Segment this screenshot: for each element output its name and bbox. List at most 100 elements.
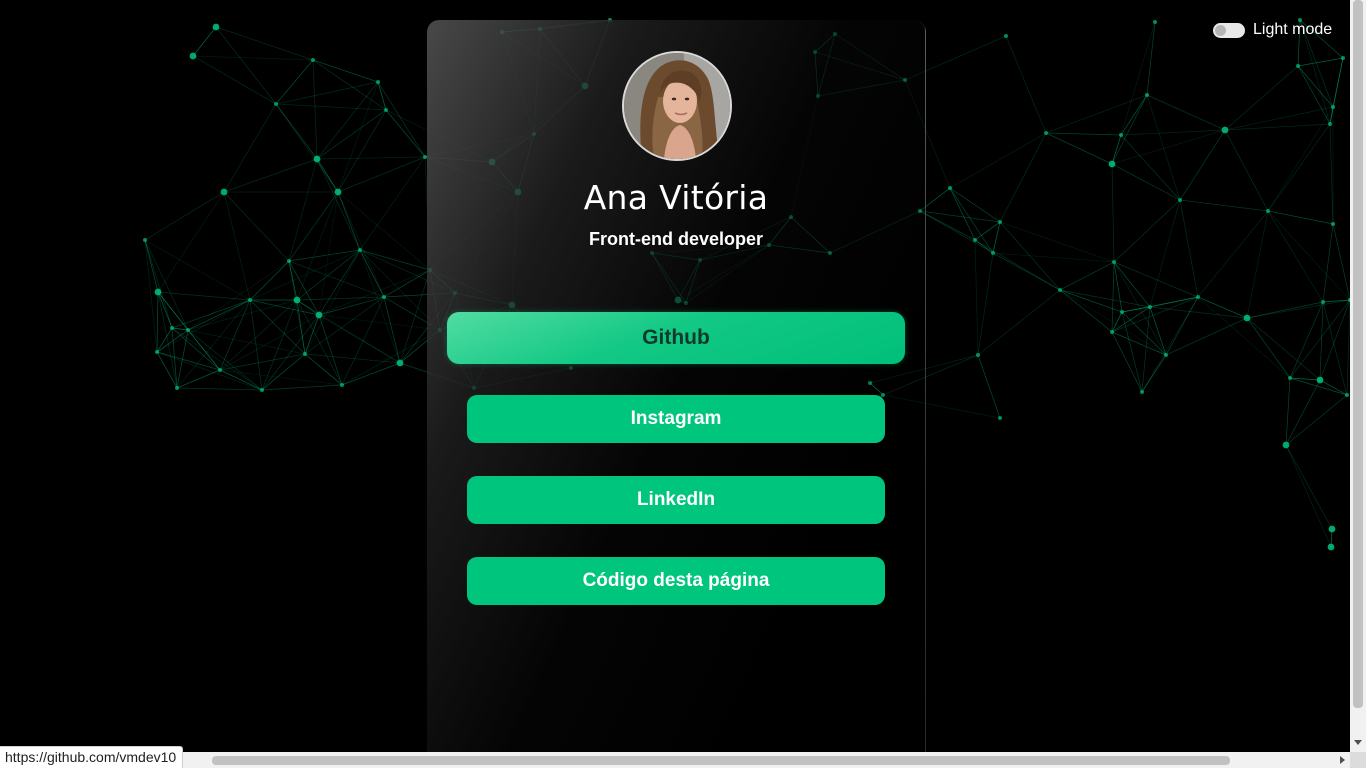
network-link xyxy=(275,103,339,193)
network-node xyxy=(1044,131,1048,135)
network-link xyxy=(1111,163,1115,263)
toggle-switch[interactable] xyxy=(1213,22,1245,38)
network-link xyxy=(156,327,173,353)
network-node xyxy=(948,186,952,190)
network-link xyxy=(192,55,314,61)
network-node xyxy=(340,383,344,387)
network-link xyxy=(399,269,431,364)
network-link xyxy=(1120,129,1226,136)
vertical-scrollbar[interactable] xyxy=(1350,0,1366,752)
network-link xyxy=(377,81,426,158)
network-link xyxy=(144,191,225,241)
network-node xyxy=(175,386,179,390)
scrollbar-corner xyxy=(1350,752,1366,768)
network-link xyxy=(337,156,426,193)
network-link xyxy=(1121,311,1167,356)
network-link xyxy=(187,329,263,391)
scroll-down-arrow-icon[interactable] xyxy=(1354,740,1362,745)
network-node xyxy=(1196,295,1200,299)
network-link xyxy=(304,353,401,364)
network-link xyxy=(288,249,361,262)
network-link xyxy=(1045,132,1113,165)
network-link xyxy=(1329,123,1334,225)
network-node xyxy=(1119,133,1123,137)
network-link xyxy=(144,239,159,293)
network-link xyxy=(171,327,221,371)
profile-role: Front-end developer xyxy=(588,229,763,249)
network-link xyxy=(337,191,361,251)
network-link xyxy=(288,158,318,262)
network-link xyxy=(977,354,1001,419)
instagram-link-button[interactable]: Instagram xyxy=(467,395,885,443)
network-link xyxy=(192,55,277,105)
network-link xyxy=(1146,21,1156,96)
network-link xyxy=(1322,223,1334,303)
network-node xyxy=(396,359,404,367)
network-node xyxy=(313,155,321,163)
network-node xyxy=(1296,64,1300,68)
network-link xyxy=(1285,444,1332,548)
network-link xyxy=(176,369,221,389)
network-link xyxy=(1289,299,1350,379)
network-link xyxy=(1059,289,1113,333)
network-link xyxy=(312,59,387,111)
vertical-scrollbar-thumb[interactable] xyxy=(1353,0,1363,708)
network-link xyxy=(318,269,431,316)
network-link xyxy=(1297,65,1331,125)
network-node xyxy=(998,220,1002,224)
network-link xyxy=(1111,331,1143,393)
network-node xyxy=(154,288,162,296)
network-link xyxy=(1059,261,1115,291)
network-link xyxy=(223,103,277,193)
network-node xyxy=(287,259,291,263)
network-link xyxy=(1319,301,1324,381)
network-link xyxy=(1224,65,1299,131)
network-link xyxy=(176,387,263,391)
network-link xyxy=(318,314,401,364)
network-node xyxy=(1110,330,1114,334)
network-link xyxy=(1113,261,1199,298)
linkedin-link-button[interactable]: LinkedIn xyxy=(467,476,885,524)
network-node xyxy=(1321,300,1325,304)
light-mode-toggle[interactable]: Light mode xyxy=(1213,21,1332,39)
network-link xyxy=(977,289,1061,356)
network-link xyxy=(1005,35,1047,134)
network-link xyxy=(337,81,379,193)
network-link xyxy=(359,249,401,364)
scroll-right-arrow-icon[interactable] xyxy=(1340,756,1345,764)
network-link xyxy=(337,109,387,193)
source-code-link-button[interactable]: Código desta página xyxy=(467,557,885,605)
network-link xyxy=(359,156,426,251)
network-link xyxy=(144,239,158,353)
network-node xyxy=(189,52,197,60)
network-node xyxy=(376,80,380,84)
network-link xyxy=(1197,296,1291,379)
network-link xyxy=(261,353,306,391)
network-link xyxy=(187,299,251,331)
network-link xyxy=(1319,379,1348,396)
network-node xyxy=(382,295,386,299)
network-link xyxy=(1149,199,1181,308)
network-link xyxy=(1113,261,1151,308)
network-link xyxy=(187,260,290,331)
network-link xyxy=(919,210,994,254)
network-link xyxy=(249,260,290,301)
network-link xyxy=(1179,199,1269,212)
github-link-button[interactable]: Github xyxy=(447,312,905,364)
network-link xyxy=(223,158,318,193)
network-link xyxy=(304,314,320,355)
network-link xyxy=(1179,129,1226,201)
network-link xyxy=(261,384,343,391)
network-node xyxy=(1148,305,1152,309)
network-link xyxy=(1285,444,1333,530)
horizontal-scrollbar[interactable] xyxy=(0,752,1350,768)
network-link xyxy=(1246,317,1321,381)
network-link xyxy=(192,26,217,57)
network-link xyxy=(1285,377,1291,446)
network-node xyxy=(358,248,362,252)
network-link xyxy=(156,351,263,391)
network-node xyxy=(220,188,228,196)
network-link xyxy=(1246,299,1350,319)
horizontal-scrollbar-thumb[interactable] xyxy=(212,756,1230,765)
network-link xyxy=(223,191,251,301)
